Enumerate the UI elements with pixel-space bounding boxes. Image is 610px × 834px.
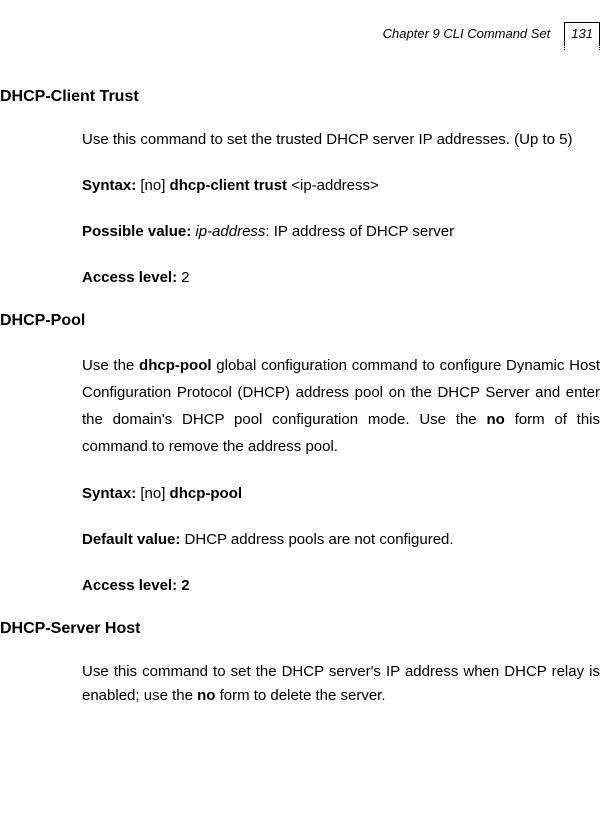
- desc-post: form to delete the server.: [215, 687, 385, 704]
- desc-pre: Use the: [82, 357, 139, 374]
- syntax-command: dhcp-pool: [170, 485, 242, 502]
- syntax-prefix: [no]: [136, 485, 169, 502]
- default-value-label: Default value:: [82, 531, 180, 548]
- page-content: DHCP-Client Trust Use this command to se…: [0, 80, 610, 730]
- desc-bold2: no: [486, 411, 504, 428]
- syntax-prefix: [no]: [136, 177, 169, 194]
- description-dhcp-pool: Use the dhcp-pool global configuration c…: [82, 352, 600, 460]
- access-level-label: Access level: 2: [82, 577, 190, 594]
- access-level-dhcp-pool: Access level: 2: [82, 574, 600, 598]
- syntax-dhcp-pool: Syntax: [no] dhcp-pool: [82, 482, 600, 506]
- page-header: Chapter 9 CLI Command Set 131: [383, 22, 600, 44]
- page-number: 131: [564, 22, 600, 44]
- possible-value-text: : IP address of DHCP server: [265, 223, 454, 240]
- desc-bold1: dhcp-pool: [139, 357, 211, 374]
- possible-value-italic: ip-address: [191, 223, 265, 240]
- syntax-label: Syntax:: [82, 177, 136, 194]
- section-heading-dhcp-pool: DHCP-Pool: [0, 312, 600, 330]
- possible-value-dhcp-client-trust: Possible value: ip-address: IP address o…: [82, 220, 600, 244]
- description-dhcp-client-trust: Use this command to set the trusted DHCP…: [82, 128, 600, 152]
- syntax-dhcp-client-trust: Syntax: [no] dhcp-client trust <ip-addre…: [82, 174, 600, 198]
- section-heading-dhcp-server-host: DHCP-Server Host: [0, 620, 600, 638]
- description-dhcp-server-host: Use this command to set the DHCP server'…: [82, 660, 600, 708]
- chapter-title: Chapter 9 CLI Command Set: [383, 26, 551, 41]
- description-text: Use this command to set the trusted DHCP…: [82, 131, 572, 148]
- access-level-value: 2: [177, 269, 190, 286]
- syntax-suffix: <ip-address>: [287, 177, 379, 194]
- desc-bold: no: [197, 687, 215, 704]
- section-heading-dhcp-client-trust: DHCP-Client Trust: [0, 88, 600, 106]
- access-level-dhcp-client-trust: Access level: 2: [82, 266, 600, 290]
- access-level-label: Access level:: [82, 269, 177, 286]
- default-value-text: DHCP address pools are not configured.: [180, 531, 453, 548]
- possible-value-label: Possible value:: [82, 223, 191, 240]
- syntax-label: Syntax:: [82, 485, 136, 502]
- default-value-dhcp-pool: Default value: DHCP address pools are no…: [82, 528, 600, 552]
- syntax-command: dhcp-client trust: [170, 177, 288, 194]
